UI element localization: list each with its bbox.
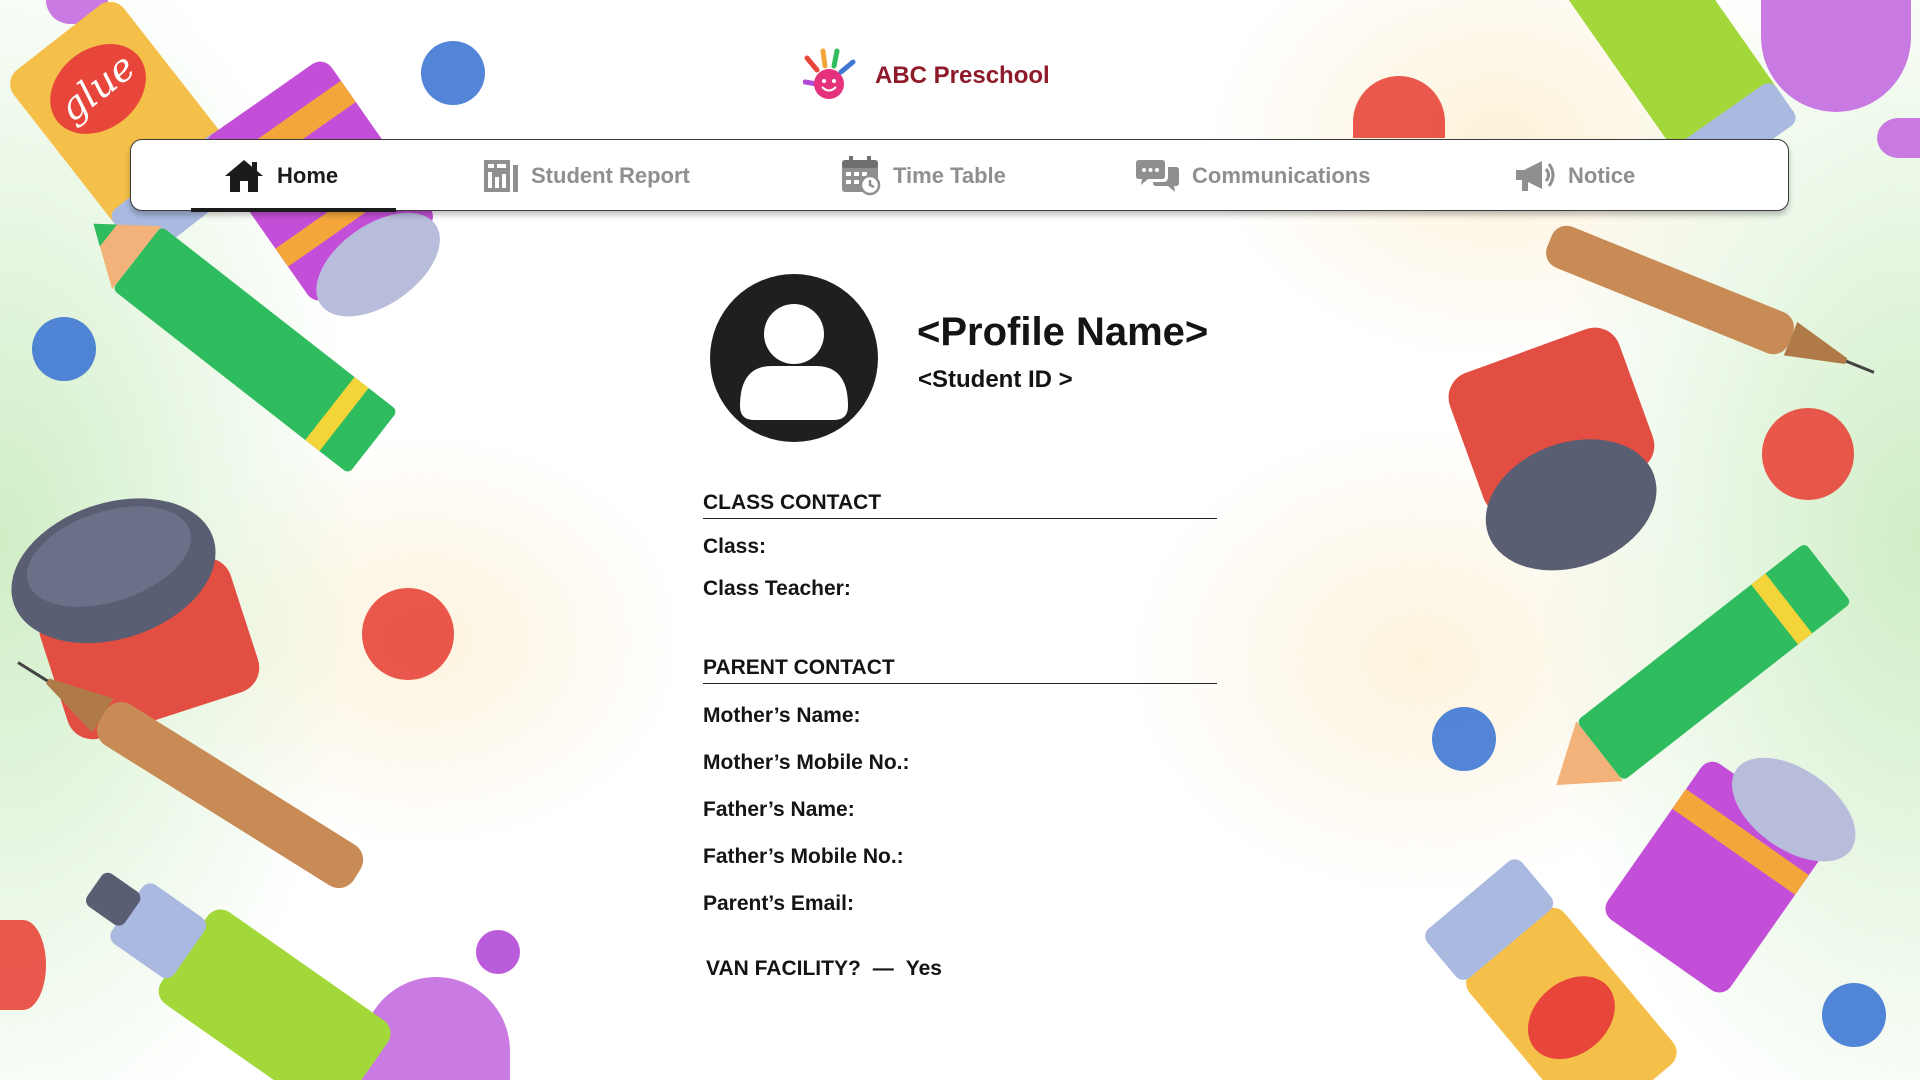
tab-communications-label: Communications <box>1192 163 1371 188</box>
deco-dot <box>362 588 454 680</box>
megaphone-icon <box>1516 161 1555 191</box>
deco-dot <box>1877 118 1920 158</box>
tab-time-table[interactable]: Time Table <box>841 140 1006 212</box>
deco-dot <box>362 977 510 1080</box>
home-icon <box>225 160 263 192</box>
deco-dot <box>46 0 108 24</box>
van-facility-row: VAN FACILITY? — Yes <box>706 957 942 981</box>
student-id: <Student ID > <box>918 366 1073 393</box>
tab-student-report-label: Student Report <box>531 163 690 188</box>
main-nav: Home Student Report Time Table Communica… <box>130 139 1789 212</box>
deco-dot <box>1822 983 1886 1047</box>
deco-dot <box>1761 0 1911 112</box>
deco-dot <box>1762 408 1854 500</box>
tab-notice-label: Notice <box>1568 163 1636 188</box>
deco-dot <box>1353 76 1445 138</box>
father-mobile-label: Father’s Mobile No.: <box>703 845 904 868</box>
father-name-label: Father’s Name: <box>703 798 855 821</box>
app-name: ABC Preschool <box>875 62 1050 89</box>
class-field-label: Class: <box>703 535 767 558</box>
profile-name: <Profile Name> <box>917 310 1209 354</box>
van-facility-label: VAN FACILITY? <box>706 957 861 980</box>
user-avatar-icon[interactable] <box>710 274 878 442</box>
parent-contact-heading: PARENT CONTACT <box>703 656 1217 684</box>
deco-dot <box>32 317 96 381</box>
deco-dot <box>421 41 485 105</box>
tab-student-report[interactable]: Student Report <box>483 140 690 212</box>
deco-dot <box>1432 707 1496 771</box>
tab-time-table-label: Time Table <box>893 163 1006 188</box>
hand-logo-icon <box>803 48 856 99</box>
van-facility-separator: — <box>872 957 894 980</box>
svg-text:glue: glue <box>50 44 143 130</box>
van-facility-value: Yes <box>905 957 942 980</box>
tab-home-label: Home <box>277 163 339 188</box>
deco-dot <box>476 930 520 974</box>
report-icon <box>484 160 518 192</box>
mother-mobile-label: Mother’s Mobile No.: <box>703 751 910 774</box>
mother-name-label: Mother’s Name: <box>703 704 861 727</box>
tab-home[interactable]: Home <box>190 140 397 212</box>
class-contact-heading: CLASS CONTACT <box>703 491 1217 519</box>
class-teacher-field-label: Class Teacher: <box>703 577 851 600</box>
tab-communications[interactable]: Communications <box>1136 140 1370 212</box>
tab-notice[interactable]: Notice <box>1514 140 1635 212</box>
deco-dot <box>0 920 46 1010</box>
app-logo[interactable]: ABC Preschool <box>803 48 1050 104</box>
calendar-icon <box>842 156 881 196</box>
chat-icon <box>1136 160 1179 192</box>
parent-email-label: Parent’s Email: <box>703 892 854 915</box>
